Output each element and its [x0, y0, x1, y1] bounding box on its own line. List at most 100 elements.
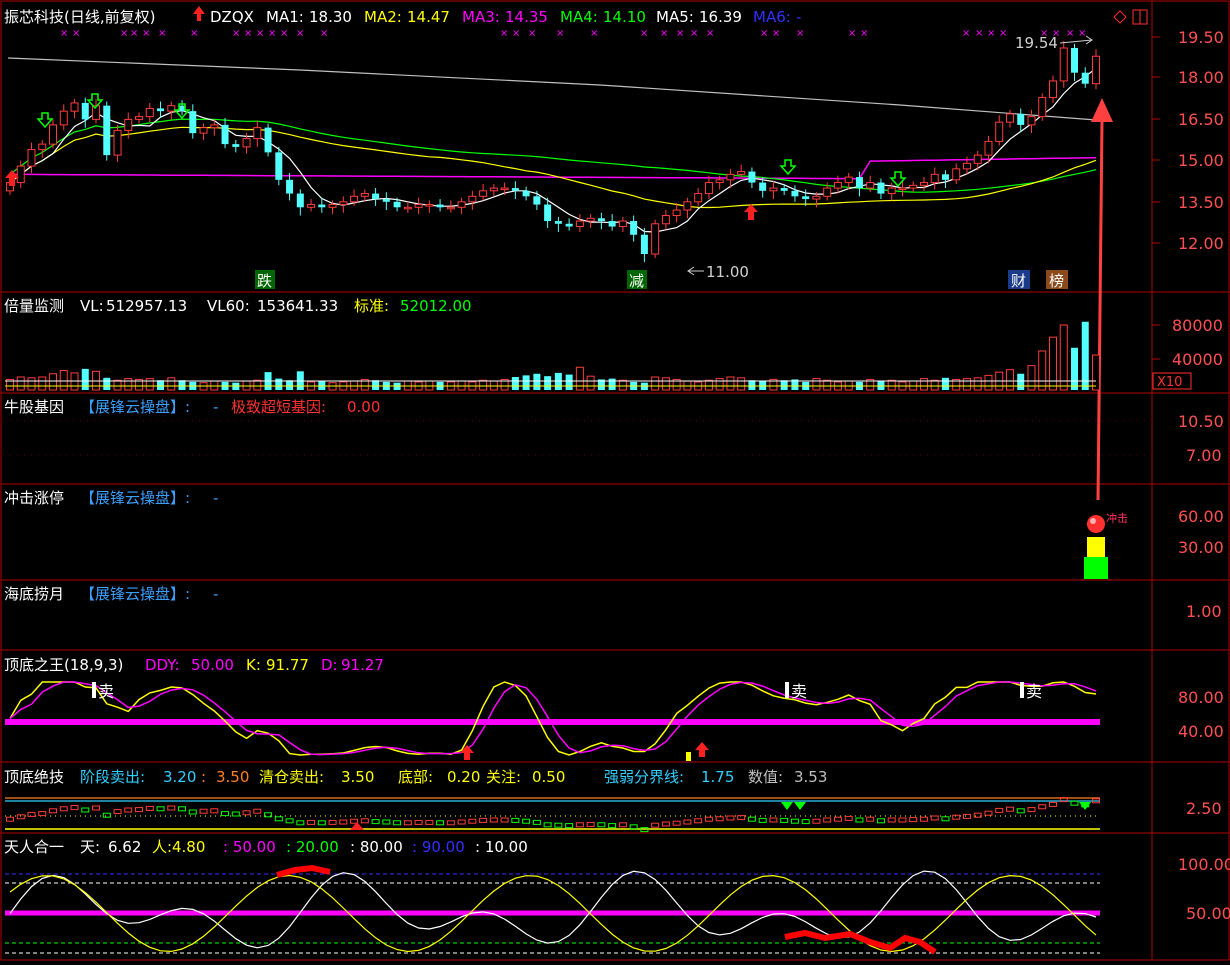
ma4-value: 14.10 [603, 8, 646, 26]
bottom-fish-panel-name: 海底捞月 [4, 585, 64, 603]
candle-body [199, 127, 208, 134]
candle-body [232, 144, 240, 147]
candle-body [49, 124, 58, 145]
limit-panel-tag: 【展锋云操盘】: [80, 489, 190, 507]
signal-marker: × [280, 28, 288, 39]
candle-body [930, 173, 939, 184]
ma4-label: MA4: [560, 8, 598, 26]
volume-bar [49, 373, 58, 391]
signal-marker: × [190, 28, 198, 39]
ma3-label: MA3: [462, 8, 500, 26]
ma5-label: MA5: [656, 8, 694, 26]
candle-body [425, 204, 434, 207]
volume-bar [887, 379, 896, 391]
tianren-v1: : 50.00 [223, 838, 276, 856]
volume-bar [1005, 369, 1014, 391]
clear-sell-label: 清仓卖出: [259, 768, 324, 786]
bottom-label: 底部: [398, 768, 433, 786]
volume-bar [984, 374, 993, 391]
volume-bar [167, 377, 176, 391]
vl60-label: VL60: [207, 297, 250, 315]
candle-body [210, 124, 219, 129]
candle-body [1005, 113, 1014, 123]
bottom-fish-panel-tag: 【展锋云操盘】: [80, 585, 190, 603]
candle-body [1059, 47, 1068, 82]
signal-marker: × [860, 28, 868, 39]
d-value: 91.27 [341, 656, 384, 674]
chart-canvas[interactable]: 19.50 18.00 16.50 15.00 13.50 12.00 振芯科技… [0, 0, 1230, 961]
candle-body [124, 118, 133, 131]
candle-body [414, 204, 423, 208]
candle-body [328, 204, 337, 208]
volume-bar [533, 373, 541, 390]
limit-badge-text: 冲击 [1106, 511, 1128, 525]
volume-bar [511, 377, 519, 390]
candle-body [909, 184, 918, 189]
std-value: 52012.00 [400, 297, 472, 315]
signal-marker: × [640, 28, 648, 39]
volume-bar [823, 379, 832, 391]
candle-body [866, 182, 875, 189]
candle-body [726, 173, 735, 181]
tian-label: 天: [80, 838, 100, 856]
skill-panel-header: 顶底绝技 阶段卖出: 3.20 : 3.50 清仓卖出: 3.50 底部: 0.… [4, 768, 827, 786]
candle-body [135, 116, 144, 120]
volume-bar [608, 378, 616, 390]
signal-marker: × [130, 28, 138, 39]
volume-bar [1017, 373, 1025, 390]
signal-marker: × [706, 28, 714, 39]
event-label-rank: 榜 [1049, 272, 1064, 290]
candle-body [618, 220, 627, 228]
signal-marker: × [660, 28, 668, 39]
signal-marker: × [987, 28, 995, 39]
divider-value: 1.75 [701, 768, 734, 786]
candle-body [479, 190, 488, 197]
candle-body [855, 177, 863, 189]
volume-bar [661, 377, 670, 391]
ma3-value: 14.35 [505, 8, 548, 26]
stage-sell-v2-sep: : [201, 768, 206, 786]
volume-bar [812, 378, 821, 391]
tianren-tick: 50.00 [1186, 904, 1230, 923]
signal-marker: × [60, 28, 68, 39]
candle-body [403, 206, 412, 210]
candle-body [748, 171, 756, 183]
volume-bar [286, 380, 294, 390]
candle-body [286, 179, 294, 194]
price-tick: 12.00 [1178, 234, 1224, 253]
candle-body [823, 187, 832, 197]
event-label-reduce: 减 [629, 272, 644, 290]
candle-body [1071, 47, 1078, 73]
tianren-panel-name: 天人合一 [4, 838, 64, 856]
gene-sub-value: 0.00 [347, 398, 380, 416]
candle-body [608, 221, 616, 227]
candle-body [941, 174, 949, 180]
std-label: 标准: [354, 297, 389, 315]
candle-body [995, 121, 1004, 142]
tianren-v2: : 20.00 [286, 838, 339, 856]
ren-value: 4.80 [172, 838, 205, 856]
candle-body [189, 111, 197, 134]
candle-body [791, 190, 799, 197]
candle-body [533, 196, 541, 205]
volume-bar [81, 368, 89, 390]
vl-label: VL: [80, 297, 104, 315]
sell-marker: 卖 [98, 682, 114, 701]
signal-marker: × [320, 28, 328, 39]
ma5-value: 16.39 [699, 8, 742, 26]
ma6-value: - [796, 8, 801, 26]
price-tick: 19.50 [1178, 28, 1224, 47]
volume-bar [59, 370, 68, 391]
ma6-label: MA6: [753, 8, 791, 26]
candle-body [683, 201, 692, 211]
candle-body [59, 110, 68, 126]
skill-tick: 2.50 [1186, 799, 1222, 818]
candle-body [759, 182, 767, 191]
gene-panel-tag: 【展锋云操盘】: [80, 398, 190, 416]
vl-value: 512957.13 [106, 297, 187, 315]
stock-chart-window[interactable]: 19.50 18.00 16.50 15.00 13.50 12.00 振芯科技… [0, 0, 1230, 961]
volume-bar [737, 377, 746, 391]
candle-body [769, 187, 778, 192]
high-price-label: 19.54 [1015, 34, 1058, 52]
signal-marker: × [256, 28, 264, 39]
